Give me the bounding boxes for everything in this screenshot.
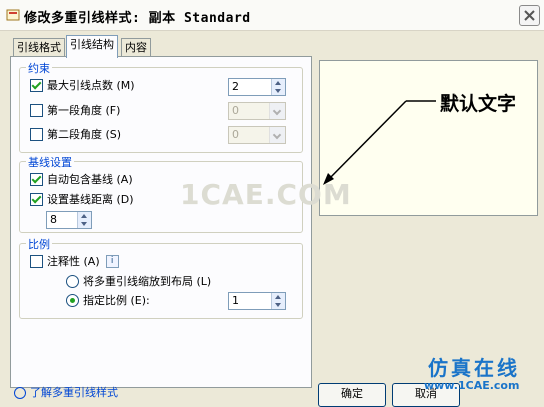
second-angle-value: 0: [232, 128, 239, 141]
window-title: 修改多重引线样式: 副本 Standard: [24, 11, 251, 26]
distance-value: 8: [50, 213, 57, 226]
tab-label: 引线格式: [17, 41, 61, 54]
group-title: 比例: [26, 236, 52, 252]
auto-include-label: 自动包含基线 (A): [47, 173, 133, 186]
auto-include-row: 自动包含基线 (A): [30, 172, 133, 188]
second-angle-checkbox[interactable]: [30, 127, 43, 141]
group-title: 约束: [26, 60, 52, 76]
close-icon: [524, 10, 535, 21]
annotative-label: 注释性 (A): [47, 255, 100, 268]
landing-group: 基线设置 自动包含基线 (A) 设置基线距离 (D) 8: [19, 154, 303, 233]
chevron-down-icon: [269, 103, 285, 119]
tab-leader-structure[interactable]: 引线结构: [66, 35, 118, 58]
app-icon: [6, 9, 20, 21]
constraints-group: 约束 最大引线点数 (M) 2 第一段角度 (F) 0 第二段角度 (S) 0: [19, 60, 303, 153]
group-title: 基线设置: [26, 154, 74, 170]
specify-scale-radio[interactable]: [66, 293, 79, 307]
scale-group: 比例 注释性 (A) i 将多重引线缩放到布局 (L) 指定比例 (E): 1: [19, 236, 303, 319]
preview-pane: 默认文字: [319, 60, 538, 216]
max-points-label: 最大引线点数 (M): [47, 79, 135, 92]
specify-scale-row: 指定比例 (E):: [66, 293, 150, 309]
first-angle-value: 0: [232, 104, 239, 117]
scale-spinner[interactable]: 1: [228, 292, 286, 310]
max-points-checkbox[interactable]: [30, 78, 43, 92]
specify-scale-label: 指定比例 (E):: [83, 294, 150, 307]
title-bar: 修改多重引线样式: 副本 Standard: [0, 0, 544, 31]
learn-link[interactable]: 了解多重引线样式: [14, 384, 118, 400]
set-distance-label: 设置基线距离 (D): [47, 193, 134, 206]
scale-to-layout-radio[interactable]: [66, 274, 79, 288]
auto-include-checkbox[interactable]: [30, 172, 43, 186]
max-points-row: 最大引线点数 (M): [30, 78, 135, 94]
tab-leader-format[interactable]: 引线格式: [13, 38, 65, 57]
max-points-value: 2: [232, 80, 239, 93]
scale-to-layout-label: 将多重引线缩放到布局 (L): [83, 275, 212, 288]
tab-content[interactable]: 内容: [121, 38, 151, 57]
first-angle-checkbox[interactable]: [30, 103, 43, 117]
close-button[interactable]: [519, 5, 540, 26]
second-angle-label: 第二段角度 (S): [47, 128, 122, 141]
first-angle-label: 第一段角度 (F): [47, 104, 121, 117]
max-points-spinner[interactable]: 2: [228, 78, 286, 96]
spinner-arrows-icon[interactable]: [77, 212, 91, 228]
spinner-arrows-icon[interactable]: [271, 79, 285, 95]
site-logo-text: 仿真在线: [428, 356, 520, 380]
spinner-arrows-icon[interactable]: [271, 293, 285, 309]
second-angle-dropdown[interactable]: 0: [228, 126, 286, 144]
site-url: www.1CAE.com: [424, 379, 520, 392]
first-angle-dropdown[interactable]: 0: [228, 102, 286, 120]
help-icon: [14, 387, 26, 399]
annotative-checkbox[interactable]: [30, 254, 43, 268]
ok-button-label: 确定: [341, 387, 363, 400]
leader-arrow-icon: [323, 100, 436, 185]
tab-label: 引线结构: [70, 38, 114, 51]
info-icon[interactable]: i: [105, 254, 119, 268]
annotative-row: 注释性 (A) i: [30, 254, 119, 270]
preview-text: 默认文字: [440, 93, 517, 115]
ok-button[interactable]: 确定: [318, 383, 386, 407]
chevron-down-icon: [269, 127, 285, 143]
scale-to-layout-row: 将多重引线缩放到布局 (L): [66, 274, 211, 290]
distance-spinner[interactable]: 8: [46, 211, 92, 229]
set-distance-checkbox[interactable]: [30, 192, 43, 206]
tab-label: 内容: [125, 41, 147, 54]
tab-panel: 约束 最大引线点数 (M) 2 第一段角度 (F) 0 第二段角度 (S) 0 …: [10, 56, 312, 388]
scale-value: 1: [232, 294, 239, 307]
set-distance-row: 设置基线距离 (D): [30, 192, 134, 208]
first-angle-row: 第一段角度 (F): [30, 103, 120, 119]
second-angle-row: 第二段角度 (S): [30, 127, 121, 143]
